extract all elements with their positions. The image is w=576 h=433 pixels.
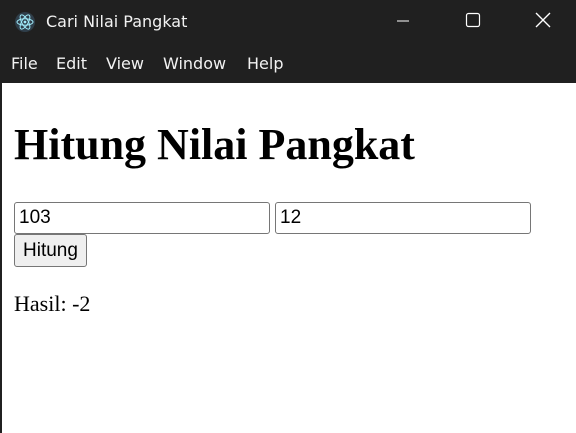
minimize-button[interactable] <box>368 0 438 44</box>
result-value: -2 <box>72 291 91 316</box>
calculate-button[interactable]: Hitung <box>14 234 87 267</box>
base-input[interactable] <box>14 202 270 234</box>
minimize-icon <box>396 13 410 32</box>
maximize-icon <box>465 12 481 32</box>
electron-icon <box>14 11 36 33</box>
window-title: Cari Nilai Pangkat <box>46 12 188 31</box>
menu-edit[interactable]: Edit <box>56 53 87 75</box>
close-icon <box>535 12 551 32</box>
menu-file[interactable]: File <box>11 53 38 75</box>
page-content: Hitung Nilai Pangkat Hitung Hasil: -2 <box>2 83 576 433</box>
title-bar[interactable]: Cari Nilai Pangkat <box>0 0 576 44</box>
result-label: Hasil: <box>14 291 73 316</box>
menu-help[interactable]: Help <box>247 53 283 75</box>
maximize-button[interactable] <box>438 0 508 44</box>
menu-window[interactable]: Window <box>163 53 226 75</box>
menu-bar: File Edit View Window Help <box>0 44 576 83</box>
result-text: Hasil: -2 <box>14 291 90 317</box>
app-window: Cari Nilai Pangkat File Edit View Window… <box>0 0 576 433</box>
page-title: Hitung Nilai Pangkat <box>14 120 415 169</box>
exponent-input[interactable] <box>275 202 531 234</box>
close-button[interactable] <box>508 0 576 44</box>
menu-view[interactable]: View <box>106 53 144 75</box>
